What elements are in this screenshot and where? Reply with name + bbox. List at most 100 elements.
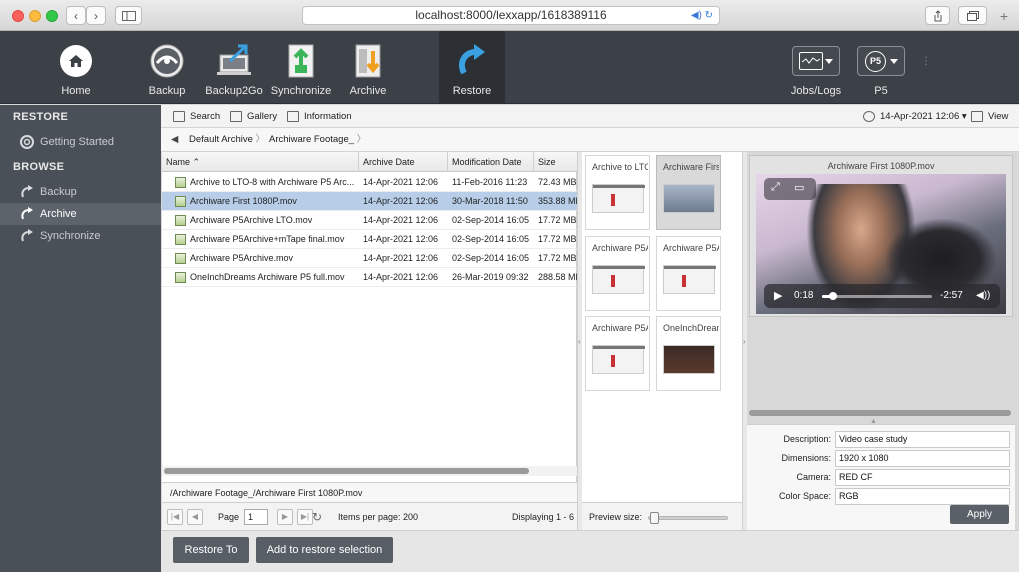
add-to-restore-selection-button[interactable]: Add to restore selection [256, 537, 393, 563]
nav-backup[interactable]: Backup [134, 31, 200, 104]
property-row: Dimensions: 1920 x 1080 [747, 449, 1015, 468]
sidebar-item-getting-started[interactable]: Getting Started [0, 131, 161, 153]
slider-knob[interactable] [650, 512, 659, 524]
column-header-modification-date[interactable]: Modification Date [448, 152, 534, 172]
fullscreen-icon[interactable]: ⤢ [771, 181, 780, 194]
gallery-item[interactable]: Archiware P5A [585, 316, 650, 391]
page-number-input[interactable]: 1 [244, 509, 268, 525]
gallery-item-title: Archiware P5A [592, 243, 648, 253]
nav-home[interactable]: Home [43, 31, 109, 104]
chevron-right-icon[interactable]: › [743, 337, 746, 346]
modification-date: 30-Mar-2018 11:50 [452, 196, 528, 206]
horizontal-scrollbar[interactable] [162, 466, 577, 476]
nav-backup2go[interactable]: Backup2Go [201, 31, 267, 104]
next-page-button[interactable]: ▶ [277, 509, 293, 525]
tabs-overview-button[interactable] [958, 6, 987, 25]
video-player[interactable]: ⤢ ▭ ▶ 0:18 -2:57 ◀)) [756, 174, 1006, 314]
browser-toolbar: ‹ › localhost:8000/lexxapp/1618389116 ◀)… [0, 0, 1019, 31]
selected-path: /Archiware Footage_/Archiware First 1080… [162, 482, 577, 502]
table-row[interactable]: Archive to LTO-8 with Archiware P5 Arc..… [162, 173, 577, 192]
refresh-icon[interactable]: ↻ [309, 509, 325, 525]
column-header-name[interactable]: Name ⌃ [162, 152, 359, 172]
back-button[interactable]: ‹ [66, 6, 86, 25]
dimensions-field[interactable]: 1920 x 1080 [835, 450, 1010, 467]
volume-icon[interactable]: ◀)) [976, 284, 990, 308]
nav-label: Restore [452, 85, 492, 97]
file-list-header: Name ⌃ Archive Date Modification Date Si… [162, 152, 577, 172]
p5-logo-icon: P5 [865, 51, 886, 72]
sidebar-item-synchronize[interactable]: Synchronize [0, 225, 161, 247]
sidebar-item-archive[interactable]: Archive [0, 203, 161, 225]
gallery-item[interactable]: Archiware First [656, 155, 721, 230]
nav-synchronize[interactable]: Synchronize [268, 31, 334, 104]
gallery-item[interactable]: Archive to LTO [585, 155, 650, 230]
gallery-tool-button[interactable]: Gallery [230, 105, 277, 128]
archive-date: 14-Apr-2021 12:06 [363, 253, 439, 263]
preview-panel: Archiware First 1080P.mov ⤢ ▭ ▶ 0:18 -2:… [749, 155, 1013, 317]
breadcrumb-item[interactable]: Archiware Footage_ 〉 [269, 128, 366, 152]
browse-heading: BROWSE [13, 161, 65, 173]
table-row[interactable]: Archiware P5Archive.mov 14-Apr-2021 12:0… [162, 249, 577, 268]
sidebar-item-backup[interactable]: Backup [0, 181, 161, 203]
zoom-window-button[interactable] [46, 10, 58, 22]
description-field[interactable]: Video case study [835, 431, 1010, 448]
content-toolbar: Search Gallery Information 14-Apr-2021 1… [161, 105, 1019, 128]
file-size: 17.72 MB [538, 215, 577, 225]
table-row[interactable]: Archiware P5Archive+mTape final.mov 14-A… [162, 230, 577, 249]
camera-field[interactable]: RED CF [835, 469, 1010, 486]
breadcrumb-back-icon[interactable]: ◀ [171, 128, 178, 152]
nav-archive[interactable]: Archive [335, 31, 401, 104]
picture-in-picture-icon[interactable]: ▭ [794, 181, 804, 194]
video-file-icon [175, 196, 186, 207]
chevron-left-icon[interactable]: ‹ [578, 337, 581, 346]
nav-label: Home [61, 85, 91, 97]
video-seek-bar[interactable] [822, 292, 932, 300]
jobs-logs-button[interactable] [792, 46, 840, 76]
view-icon [971, 111, 983, 122]
information-icon [287, 111, 299, 122]
video-seek-knob[interactable] [829, 292, 837, 300]
video-file-icon [175, 177, 186, 188]
preview-scrollbar[interactable] [749, 410, 1011, 416]
information-tool-button[interactable]: Information [287, 105, 352, 128]
restore-arrow-icon [21, 229, 33, 242]
table-row[interactable]: Archiware P5Archive LTO.mov 14-Apr-2021 … [162, 211, 577, 230]
table-row[interactable]: Archiware First 1080P.mov 14-Apr-2021 12… [162, 192, 577, 211]
p5-button[interactable]: P5 [857, 46, 905, 76]
preview-title: Archiware First 1080P.mov [827, 161, 935, 171]
search-tool-label: Search [190, 111, 221, 122]
archive-date: 14-Apr-2021 12:06 [363, 215, 439, 225]
scrollbar-thumb[interactable] [164, 468, 529, 474]
restore-to-button[interactable]: Restore To [173, 537, 249, 563]
sort-asc-icon: ⌃ [192, 157, 201, 167]
date-selector[interactable]: 14-Apr-2021 12:06 ▾ [863, 105, 967, 128]
audio-reload-icon[interactable]: ◀) ↻ [691, 7, 713, 24]
column-header-archive-date[interactable]: Archive Date [359, 152, 448, 172]
gallery-item[interactable]: OneInchDream [656, 316, 721, 391]
resize-handle-icon[interactable]: ⋮ [921, 57, 931, 67]
table-row[interactable]: OneInchDreams Archiware P5 full.mov 14-A… [162, 268, 577, 287]
sidebar-toggle-button[interactable] [115, 6, 142, 25]
search-tool-button[interactable]: Search [173, 105, 220, 128]
address-bar[interactable]: localhost:8000/lexxapp/1618389116 ◀) ↻ [302, 6, 720, 25]
share-button[interactable] [925, 6, 950, 25]
first-page-button[interactable]: |◀ [167, 509, 183, 525]
prev-page-button[interactable]: ◀ [187, 509, 203, 525]
gallery-item-title: Archive to LTO [592, 162, 648, 172]
minimize-window-button[interactable] [29, 10, 41, 22]
gallery-item[interactable]: Archiware P5A [656, 236, 721, 311]
column-header-size[interactable]: Size [534, 152, 577, 172]
video-file-icon [175, 272, 186, 283]
color-space-field[interactable]: RGB [835, 488, 1010, 505]
view-tool-button[interactable]: View [971, 105, 1008, 128]
apply-button[interactable]: Apply [950, 505, 1009, 524]
items-per-page: Items per page: 200 [338, 512, 419, 522]
preview-size-slider[interactable] [648, 512, 728, 524]
nav-restore[interactable]: Restore [439, 31, 505, 104]
breadcrumb-item[interactable]: Default Archive 〉 [189, 128, 265, 152]
new-tab-button[interactable]: + [995, 8, 1013, 26]
forward-button[interactable]: › [86, 6, 106, 25]
close-window-button[interactable] [12, 10, 24, 22]
gallery-item[interactable]: Archiware P5A [585, 236, 650, 311]
play-icon[interactable]: ▶ [774, 284, 782, 308]
